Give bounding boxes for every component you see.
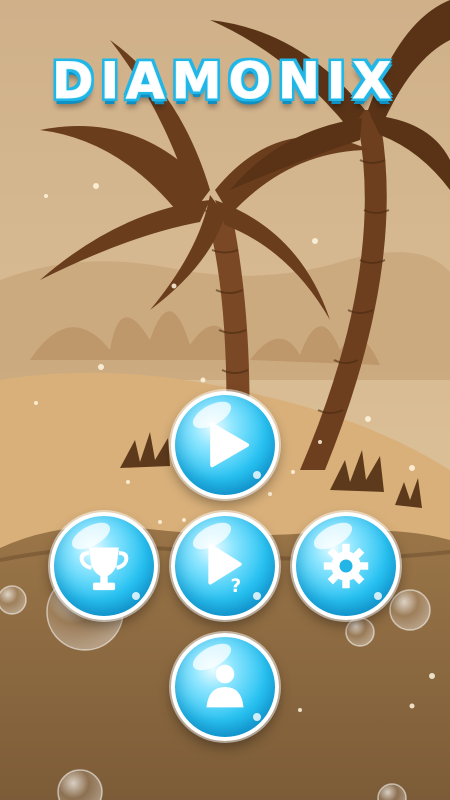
leaderboard-button[interactable] <box>50 512 158 620</box>
trophy-icon <box>79 547 129 591</box>
play-question-icon: ? <box>208 543 242 597</box>
profile-button[interactable] <box>171 633 279 741</box>
help-button[interactable]: ? <box>171 512 279 620</box>
game-title: DIAMONIX <box>51 52 399 111</box>
play-icon <box>210 422 250 468</box>
user-icon <box>206 664 244 708</box>
gear-icon <box>323 543 369 589</box>
svg-text:?: ? <box>231 576 242 597</box>
settings-button[interactable] <box>292 512 400 620</box>
play-button[interactable] <box>171 391 279 499</box>
